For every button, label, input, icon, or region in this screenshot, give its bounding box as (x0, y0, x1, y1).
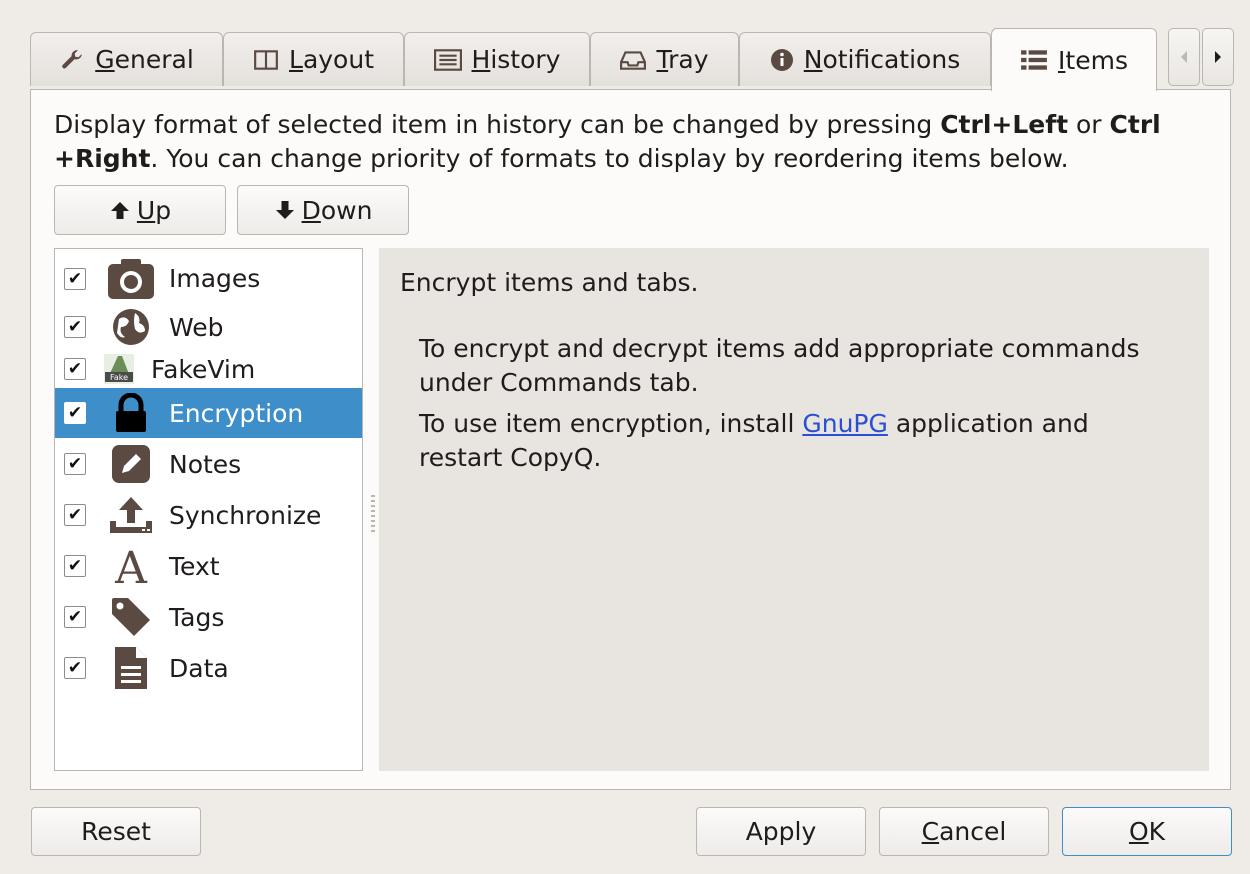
camera-icon (106, 257, 156, 301)
list-item-web[interactable]: ✔ Web (55, 304, 362, 350)
data-checkbox[interactable]: ✔ (64, 657, 86, 679)
svg-text:Fake: Fake (110, 373, 128, 382)
info-icon (770, 48, 794, 72)
wrench-icon (59, 47, 85, 73)
detail-title: Encrypt items and tabs. (400, 268, 699, 297)
gnupg-link[interactable]: GnuPG (802, 409, 888, 438)
tab-scroll-buttons (1168, 28, 1234, 86)
tab-notifications[interactable]: Notifications (739, 32, 991, 86)
tab-tray[interactable]: Tray (590, 32, 739, 86)
chevron-left-icon (1181, 51, 1187, 63)
apply-button[interactable]: Apply (696, 807, 866, 856)
cancel-button[interactable]: Cancel (879, 807, 1049, 856)
fakevim-checkbox[interactable]: ✔ (64, 358, 86, 380)
move-up-button[interactable]: Up (54, 185, 226, 235)
tab-scroll-right-button[interactable] (1202, 28, 1234, 86)
tab-general[interactable]: General (30, 32, 223, 86)
item-detail-panel: Encrypt items and tabs. To encrypt and d… (379, 248, 1209, 771)
list-item-tags[interactable]: ✔ Tags (55, 592, 362, 642)
tab-layout[interactable]: Layout (223, 32, 404, 86)
detail-paragraph-gnupg: To use item encryption, install GnuPG ap… (419, 409, 1089, 472)
globe-icon (106, 305, 156, 349)
move-down-button[interactable]: Down (237, 185, 409, 235)
list-item-synchronize[interactable]: ✔ Synchronize (55, 490, 362, 540)
items-tab-pane: Display format of selected item in histo… (30, 89, 1231, 790)
lock-icon (106, 391, 156, 435)
list-item-text[interactable]: ✔ A Text (55, 540, 362, 592)
splitter-handle[interactable] (371, 495, 375, 535)
list-item-data[interactable]: ✔ Data (55, 642, 362, 694)
item-format-list[interactable]: ✔ Images ✔ Web ✔ Fake FakeVim ✔ Encrypti… (54, 248, 363, 771)
list-icon (1020, 48, 1048, 72)
encryption-checkbox[interactable]: ✔ (64, 402, 86, 424)
detail-paragraph-commands: To encrypt and decrypt items add appropr… (419, 334, 1140, 397)
upload-icon (106, 493, 156, 537)
font-icon: A (106, 544, 156, 588)
pencil-icon (106, 442, 156, 486)
list-item-fakevim[interactable]: ✔ Fake FakeVim (55, 350, 362, 388)
tab-history[interactable]: History (404, 32, 590, 86)
tab-bar: General Layout History Tray Notification… (30, 28, 1240, 91)
fakevim-icon: Fake (99, 347, 139, 391)
file-icon (106, 646, 156, 690)
tag-icon (106, 595, 156, 639)
chevron-right-icon (1215, 51, 1221, 63)
tags-checkbox[interactable]: ✔ (64, 606, 86, 628)
notes-checkbox[interactable]: ✔ (64, 453, 86, 475)
columns-icon (253, 47, 279, 73)
tray-icon (620, 49, 647, 71)
synchronize-checkbox[interactable]: ✔ (64, 504, 86, 526)
tab-items[interactable]: Items (991, 28, 1157, 91)
list-item-images[interactable]: ✔ Images (55, 253, 362, 304)
reset-button[interactable]: Reset (31, 807, 201, 856)
tab-scroll-left-button[interactable] (1168, 28, 1200, 86)
list-item-encryption[interactable]: ✔ Encryption (55, 388, 362, 438)
web-checkbox[interactable]: ✔ (64, 316, 86, 338)
svg-text:A: A (114, 545, 148, 587)
list-item-notes[interactable]: ✔ Notes (55, 438, 362, 490)
arrow-up-icon (110, 202, 129, 219)
ok-button[interactable]: OK (1062, 807, 1232, 856)
format-description: Display format of selected item in histo… (54, 110, 1161, 173)
arrow-down-icon (275, 201, 294, 219)
text-checkbox[interactable]: ✔ (64, 555, 86, 577)
images-checkbox[interactable]: ✔ (64, 267, 86, 290)
list-box-icon (433, 48, 462, 72)
